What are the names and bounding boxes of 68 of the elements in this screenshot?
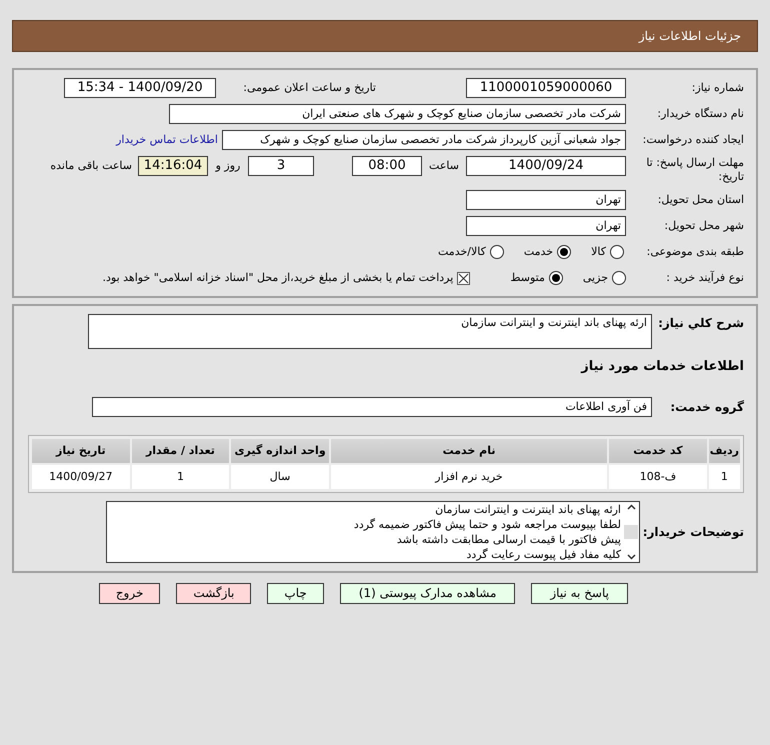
radio-button[interactable] [610, 245, 624, 259]
action-button[interactable]: پاسخ به نیاز [531, 582, 628, 604]
table-cell: 1 [132, 464, 230, 488]
table-cell: سال [231, 464, 329, 488]
radio-button[interactable] [557, 245, 572, 259]
field-label: نوع فرآیند خرید : [665, 270, 744, 286]
checkbox-label: پرداخت تمام یا بخشی از مبلغ خرید،از محل "اسناد خزانه اسلامی" خواهد بود. [102, 270, 454, 286]
field-label: توضیحات خریدار: [642, 524, 744, 540]
field-label: استان محل تحویل: [656, 192, 744, 208]
action-button[interactable]: خروج [98, 582, 160, 604]
table-cell: 1400/09/27 [32, 464, 130, 488]
field-label: شهر محل تحویل: [663, 218, 744, 234]
radio-button[interactable] [490, 245, 504, 259]
text-field[interactable]: تهران [466, 216, 626, 236]
text-field[interactable]: فن آوری اطلاعات [92, 396, 652, 416]
field-label: نام دستگاه خریدار: [656, 106, 744, 122]
scroll-thumb[interactable] [624, 524, 638, 538]
column-header: ردیف [708, 438, 740, 462]
page-title: جزئیات اطلاعات نیاز [638, 28, 741, 45]
text-field[interactable]: 08:00 [352, 156, 422, 176]
field-label: شرح کلي نیاز: [657, 315, 744, 332]
field-label: روز و [214, 158, 242, 174]
radio-label: خدمت [524, 244, 554, 260]
action-button[interactable]: مشاهده مدارک پیوستی (1) [340, 582, 516, 604]
checkbox[interactable] [457, 272, 470, 284]
text-field[interactable]: 1400/09/24 [466, 156, 626, 176]
text-field[interactable]: 3 [248, 156, 314, 176]
radio-label: کالا [591, 244, 606, 260]
contact-link[interactable]: اطلاعات تماس خریدار [116, 132, 218, 148]
radio-label: کالا/خدمت [438, 244, 486, 260]
field-label: ایجاد کننده درخواست: [642, 132, 744, 148]
scroll-up-icon[interactable] [626, 504, 636, 510]
field-label: تاریخ و ساعت اعلان عمومی: [242, 80, 376, 96]
countdown-field[interactable]: 14:16:04 [138, 156, 208, 176]
radio-label: جزیی [582, 270, 608, 286]
field-label: مهلت ارسال پاسخ: تا تاریخ: [645, 156, 744, 184]
scrollbar[interactable] [623, 502, 639, 562]
text-field[interactable]: شرکت مادر تخصصی سازمان صنایع کوچک و شهرک های صنعتی ایران [169, 104, 626, 124]
column-header: کد خدمت [609, 438, 707, 462]
radio-button[interactable] [548, 271, 563, 285]
radio-button[interactable] [612, 271, 626, 285]
section-title: اطلاعات خدمات مورد نیاز [580, 358, 744, 376]
note-line: لطفا بپیوست مراجعه شود و حتما پیش فاکتور ضمیمه گردد [352, 516, 621, 532]
action-button[interactable]: چاپ [267, 582, 324, 604]
table-cell: 1 [708, 464, 740, 488]
notes-box[interactable]: ارئه پهنای باند اینترنت و اینترانت سازمان لطفا بپیوست مراجعه شود و حتما پیش فاکتور ضمیمه گردد پیش فاکتور با قیمت ارسالی مطابقت داشته باشد کلیه مفاد فیل پیوست رعایت گردد [106, 500, 640, 562]
field-label: گروه خدمت: [669, 398, 744, 416]
text-field[interactable]: تهران [466, 190, 626, 210]
radio-label: متوسط [510, 270, 545, 286]
note-line: ارئه پهنای باند اینترنت و اینترانت سازمان [434, 502, 621, 516]
field-label: ساعت [428, 158, 460, 174]
scroll-down-icon[interactable] [626, 554, 636, 560]
column-header: نام خدمت [330, 438, 608, 462]
text-field[interactable]: 1100001059000060 [466, 78, 626, 98]
action-button[interactable]: بازگشت [176, 582, 252, 604]
column-header: واحد اندازه گیری [231, 438, 329, 462]
text-field[interactable]: جواد شعبانی آزین کارپرداز شرکت مادر تخصصی سازمان صنایع کوچک و شهرک [222, 130, 626, 150]
field-label: طبقه بندی موضوعی: [646, 244, 744, 260]
field-label: ساعت باقی مانده [50, 158, 132, 174]
table-cell: خرید نرم افزار [330, 464, 608, 488]
summary-field[interactable]: ارئه پهنای باند اینترنت و اینترانت سازمان [88, 314, 652, 349]
column-header: تاریخ نیاز [32, 438, 130, 462]
field-label: شماره نیاز: [690, 80, 744, 96]
note-line: کلیه مفاد فیل پیوست رعایت گردد [466, 546, 621, 562]
text-field[interactable]: 1400/09/20 - 15:34 [64, 78, 216, 98]
note-line: پیش فاکتور با قیمت ارسالی مطابقت داشته باشد [396, 532, 621, 546]
column-header: تعداد / مقدار [132, 438, 230, 462]
table-cell: ف-108 [609, 464, 707, 488]
